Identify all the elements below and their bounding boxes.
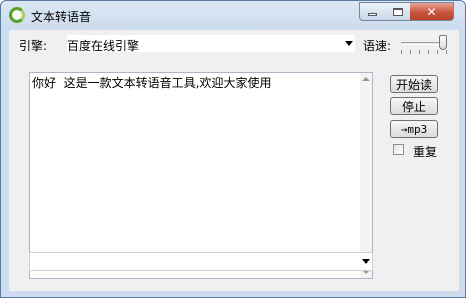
minimize-button[interactable] (359, 2, 386, 21)
engine-value: 百度在线引擎 (67, 39, 140, 53)
app-icon (9, 7, 25, 23)
close-icon: ✕ (426, 4, 437, 19)
start-read-button[interactable]: 开始读 (390, 75, 438, 93)
window-title: 文本转语音 (31, 10, 92, 24)
export-mp3-button[interactable]: →mp3 (390, 120, 438, 138)
engine-dropdown[interactable]: 百度在线引擎 (66, 34, 356, 53)
repeat-label: 重复 (413, 145, 438, 159)
speed-slider-ticks (401, 50, 447, 54)
app-window: 文本转语音 ✕ 引擎: 百度在线引擎 语速: 你好 这是一款文本转语音工具,欢迎… (0, 0, 466, 298)
text-input[interactable]: 你好 这是一款文本转语音工具,欢迎大家使用 (29, 72, 373, 279)
stop-button[interactable]: 停止 (390, 97, 438, 115)
repeat-checkbox[interactable] (393, 144, 404, 155)
chevron-down-icon (345, 41, 353, 46)
title-bar[interactable]: 文本转语音 ✕ (1, 1, 465, 29)
maximize-icon (392, 7, 403, 16)
speed-label: 语速: (363, 39, 392, 53)
close-button[interactable]: ✕ (410, 2, 454, 21)
scroll-up-icon[interactable] (362, 77, 370, 81)
bottom-dropdown[interactable] (29, 252, 373, 271)
client-area: 引擎: 百度在线引擎 语速: 你好 这是一款文本转语音工具,欢迎大家使用 开始读… (9, 30, 459, 291)
maximize-button[interactable] (385, 2, 411, 21)
engine-label: 引擎: (19, 39, 48, 53)
vertical-scrollbar[interactable] (360, 73, 372, 278)
speed-slider-thumb[interactable] (439, 35, 447, 50)
minimize-icon (368, 13, 377, 16)
chevron-down-icon (362, 259, 370, 264)
